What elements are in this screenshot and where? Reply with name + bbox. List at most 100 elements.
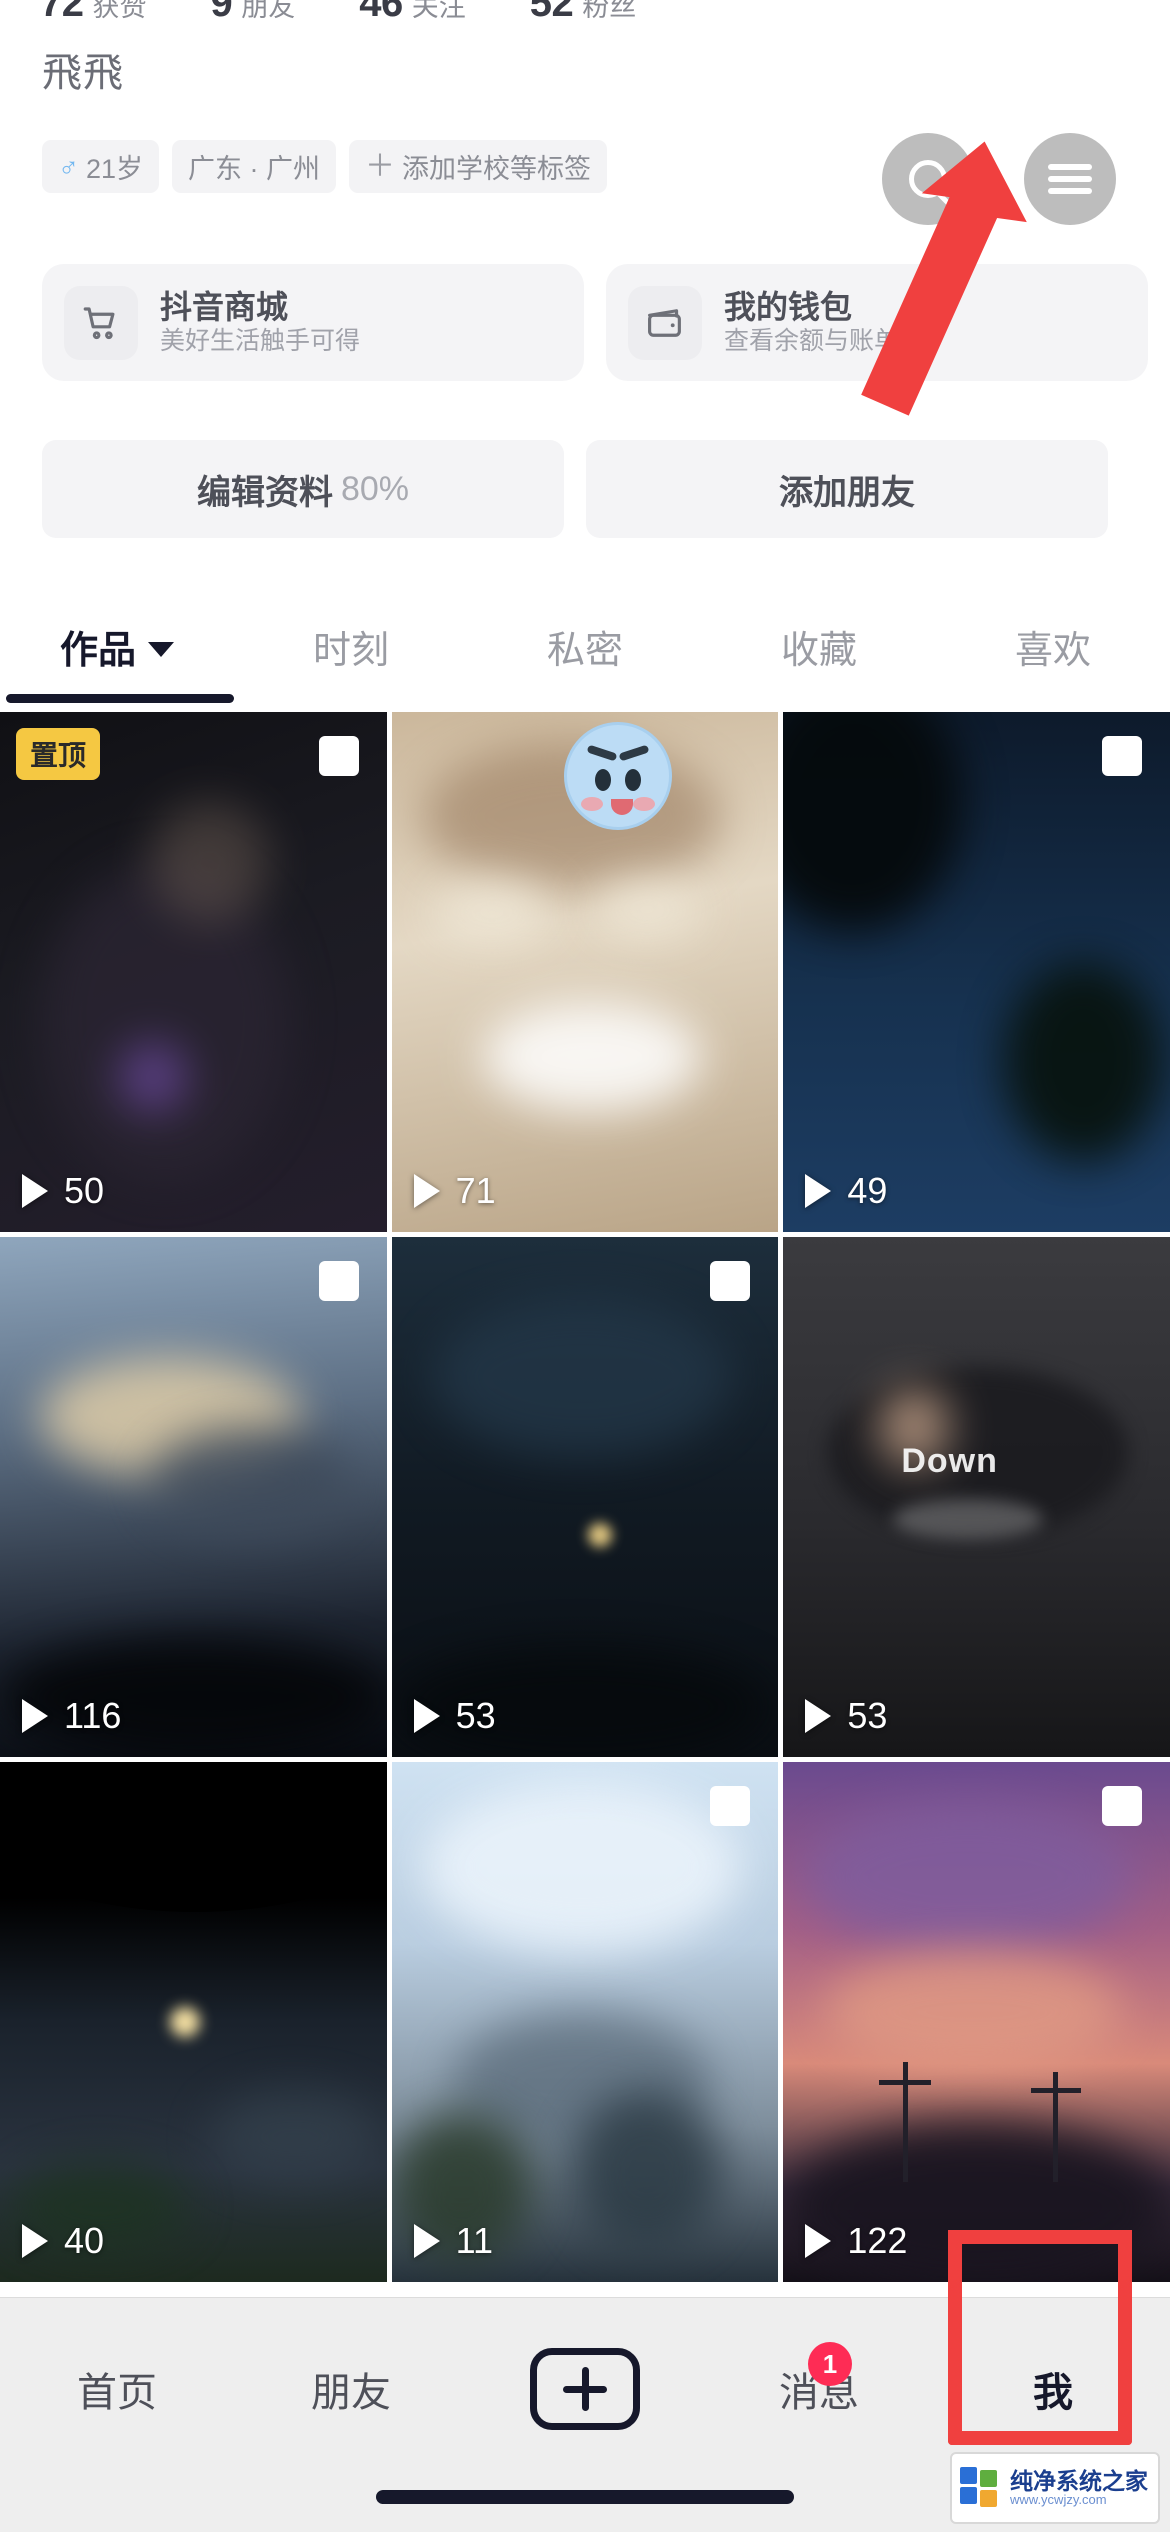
shopping-cart-icon [64,285,138,360]
video-cell[interactable]: 置顶 50 [0,712,387,1232]
multi-photo-icon [1101,1786,1152,1834]
edit-profile-percent: 80% [340,469,410,508]
multi-photo-icon [1101,736,1152,784]
tab-active-indicator [6,694,234,703]
video-thumbnail [391,1762,779,2282]
plus-icon: ＋ [365,149,396,183]
tab-likes[interactable]: 喜欢 [936,594,1170,698]
video-cell[interactable]: 40 [0,1762,387,2282]
nav-item-create[interactable] [468,2344,702,2434]
video-cell[interactable]: 53 [391,1237,779,1757]
watermark-url: www.ycwjzy.com [1010,2492,1107,2507]
stat-label: 朋友 [241,0,296,22]
play-count: 53 [413,1695,496,1737]
stat-value: 52 [529,0,574,25]
male-gender-icon: ♂ [58,150,79,182]
video-cell[interactable]: 11 [391,1762,779,2282]
video-cell[interactable]: 49 [783,712,1170,1232]
video-thumbnail [391,712,779,1232]
hamburger-menu-icon [1048,164,1092,194]
multi-photo-icon [318,736,369,784]
search-button[interactable] [882,133,974,225]
wallet-icon [628,285,702,360]
play-count: 11 [413,2220,494,2262]
play-icon [22,1699,48,1733]
play-count-value: 11 [455,2220,494,2261]
profile-nickname: 飛飛 [42,51,124,95]
tab-label: 收藏 [780,629,857,672]
video-cell[interactable]: Down 53 [783,1237,1170,1757]
video-thumbnail [0,1237,387,1757]
video-thumbnail: Down [783,1237,1170,1757]
play-count: 40 [22,2220,104,2262]
pinned-badge: 置顶 [16,728,101,780]
search-icon [909,160,947,198]
emoji-sticker-icon [563,722,672,830]
nav-item-home[interactable]: 首页 [0,2344,234,2434]
menu-button[interactable] [1024,133,1116,225]
tab-favorites[interactable]: 收藏 [702,594,936,698]
video-cell[interactable]: 71 [391,712,779,1232]
video-thumbnail [783,1762,1170,2282]
chip-age[interactable]: ♂ 21岁 [42,140,160,193]
stat-value: 72 [40,0,84,25]
play-icon [413,2224,440,2258]
chevron-down-icon[interactable] [148,641,174,657]
play-count-value: 71 [455,1170,496,1211]
play-icon [22,1174,48,1208]
home-indicator [376,2490,794,2504]
profile-action-buttons: 编辑资料 80% 添加朋友 [42,440,1108,538]
card-subtitle: 查看余额与账单 [724,327,900,355]
stat-friends[interactable]: 9 朋友 [211,0,296,26]
nav-label: 朋友 [311,2371,391,2415]
watermark-title: 纯净系统之家 [1010,2468,1148,2494]
tab-label: 喜欢 [1014,629,1091,672]
video-cell[interactable]: 116 [0,1237,387,1757]
multi-photo-icon [710,1786,761,1834]
video-thumbnail [0,1762,387,2282]
content-tabs: 作品 时刻 私密 收藏 喜欢 [0,594,1170,698]
play-count-value: 122 [847,2220,908,2261]
stat-value: 46 [359,0,403,25]
play-icon [22,2224,48,2258]
edit-profile-button[interactable]: 编辑资料 80% [42,440,564,538]
nav-item-messages[interactable]: 消息 1 [702,2342,936,2434]
chip-location[interactable]: 广东 · 广州 [172,140,337,193]
stat-label: 获赞 [92,0,147,22]
nav-item-friends[interactable]: 朋友 [234,2344,468,2434]
play-count: 116 [22,1695,121,1737]
play-icon [413,1699,440,1733]
nav-label: 我 [1033,2371,1073,2415]
chip-label: 添加学校等标签 [402,154,592,184]
tab-label: 时刻 [312,629,389,672]
profile-tag-chips: ♂ 21岁 广东 · 广州 ＋ 添加学校等标签 [42,140,608,193]
multi-photo-icon [710,1261,761,1309]
tab-label: 作品 [59,629,136,672]
card-my-wallet[interactable]: 我的钱包 查看余额与账单 [606,264,1148,381]
edit-profile-label: 编辑资料 [196,473,333,512]
play-count: 122 [805,2220,907,2262]
tab-moments[interactable]: 时刻 [234,594,468,698]
unread-badge: 1 [808,2342,852,2386]
profile-stats: 72 获赞 9 朋友 46 关注 52 粉丝 [0,0,1170,26]
chip-add-tag[interactable]: ＋ 添加学校等标签 [349,140,608,193]
play-count-value: 49 [847,1170,888,1211]
tab-private[interactable]: 私密 [468,594,702,698]
play-count: 53 [805,1695,887,1737]
nav-item-me[interactable]: 我 [936,2344,1170,2434]
stat-label: 粉丝 [582,0,637,22]
card-douyin-mall[interactable]: 抖音商城 美好生活触手可得 [42,264,584,381]
video-cell[interactable]: 122 [783,1762,1170,2282]
video-thumbnail [391,1237,779,1757]
stat-likes[interactable]: 72 获赞 [40,0,147,26]
plus-icon[interactable] [530,2348,640,2430]
add-friend-label: 添加朋友 [779,473,915,512]
watermark: 纯净系统之家 www.ycwjzy.com [950,2452,1160,2524]
play-count: 71 [413,1170,496,1212]
stat-following[interactable]: 46 关注 [359,0,466,26]
stat-followers[interactable]: 52 粉丝 [530,0,637,26]
play-count-value: 40 [64,2220,105,2261]
tab-works[interactable]: 作品 [0,594,234,698]
add-friend-button[interactable]: 添加朋友 [586,440,1108,538]
stat-label: 关注 [411,0,466,22]
